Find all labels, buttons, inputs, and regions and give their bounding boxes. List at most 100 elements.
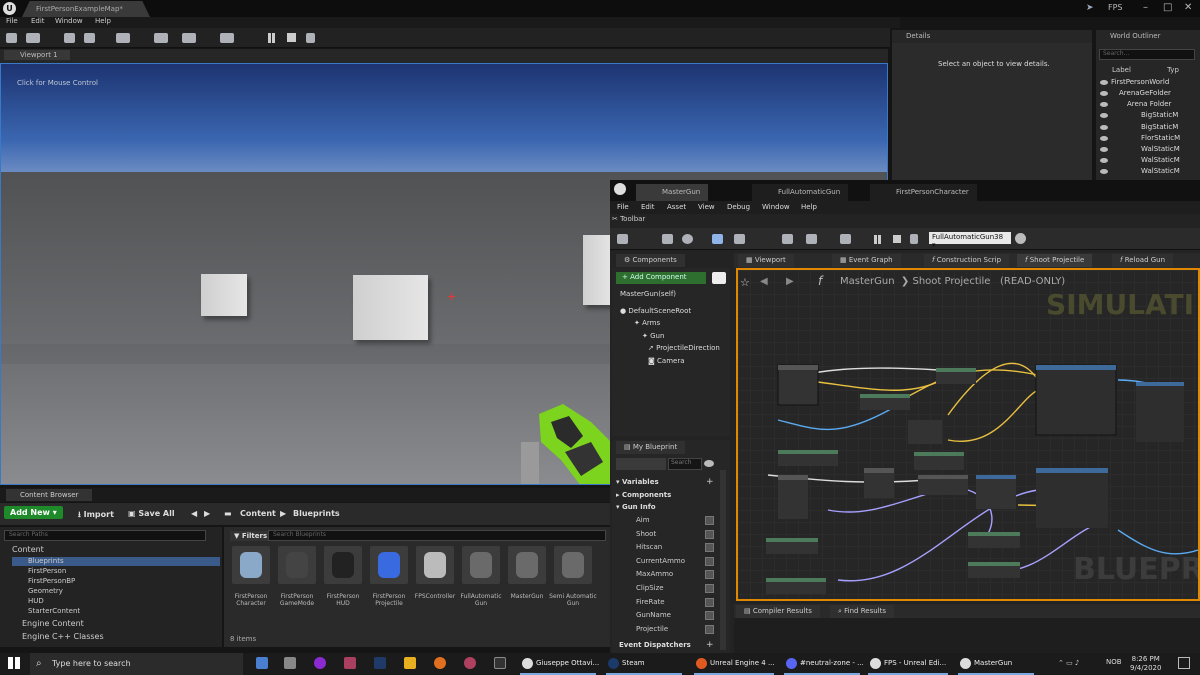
- variable-visibility-icon[interactable]: [705, 597, 714, 607]
- tab-mastergun[interactable]: MasterGun: [636, 184, 709, 201]
- close-button[interactable]: ✕: [1184, 2, 1192, 13]
- view-options-icon[interactable]: [704, 460, 714, 467]
- outliner-row[interactable]: FirstPersonWorld: [1100, 78, 1196, 89]
- eye-icon[interactable]: [1100, 112, 1108, 118]
- variable-visibility-icon[interactable]: [705, 556, 714, 566]
- outliner-row[interactable]: FlorStaticM: [1100, 134, 1196, 145]
- variable-visibility-icon[interactable]: [705, 570, 714, 580]
- clock[interactable]: 8:26 PM 9/4/2020: [1130, 655, 1161, 673]
- add-new-button[interactable]: Add New ▾: [4, 506, 63, 519]
- debug-object-browse-icon[interactable]: [1015, 233, 1026, 244]
- outliner-row[interactable]: WalStaticM: [1100, 167, 1196, 178]
- asset-thumbnail[interactable]: [232, 546, 270, 584]
- asset-thumbnail[interactable]: [554, 546, 592, 584]
- component-arms[interactable]: ✦ Arms: [634, 319, 660, 327]
- outliner-row[interactable]: Arena Folder: [1100, 100, 1196, 111]
- content-browser-tab[interactable]: Content Browser: [6, 489, 93, 501]
- taskbar-app[interactable]: #neutral-zone - ...: [784, 653, 864, 675]
- viewport-tab[interactable]: Viewport 1: [4, 50, 70, 60]
- components-header[interactable]: ▸ Components: [616, 491, 671, 499]
- stop-icon[interactable]: [287, 33, 296, 42]
- photoshop-icon[interactable]: [374, 657, 386, 669]
- variable-visibility-icon[interactable]: [705, 584, 714, 593]
- import-button[interactable]: ⭳ Import: [78, 509, 114, 523]
- variable-item[interactable]: FireRate: [636, 598, 665, 606]
- variable-visibility-icon[interactable]: [705, 529, 714, 539]
- outliner-row[interactable]: WalStaticM: [1100, 156, 1196, 167]
- possess-icon[interactable]: [306, 33, 315, 43]
- eye-icon[interactable]: [1100, 168, 1108, 174]
- app-icon[interactable]: [314, 657, 326, 669]
- windows-start-icon[interactable]: [8, 657, 20, 669]
- back-icon[interactable]: ◀: [191, 509, 197, 518]
- breadcrumb-blueprints[interactable]: Blueprints: [293, 509, 340, 518]
- task-view-icon[interactable]: [256, 657, 268, 669]
- browse-icon[interactable]: [682, 234, 693, 244]
- simulation-icon[interactable]: [840, 234, 851, 244]
- tab-find-results[interactable]: ⌕ Find Results: [830, 605, 894, 618]
- pause-icon[interactable]: [268, 33, 271, 43]
- tab-construction-script[interactable]: f Construction Scrip: [924, 254, 1010, 267]
- content-icon[interactable]: [64, 33, 75, 43]
- add-dispatcher-button[interactable]: +: [706, 640, 714, 650]
- eye-icon[interactable]: [1100, 135, 1108, 141]
- variable-visibility-icon[interactable]: [705, 624, 714, 634]
- bp-menu-debug[interactable]: Debug: [727, 203, 750, 211]
- epic-games-icon[interactable]: [494, 657, 506, 669]
- tree-firstpersonbp[interactable]: FirstPersonBP: [28, 577, 75, 585]
- components-tab[interactable]: ⚙ Components: [616, 254, 685, 267]
- blueprints-icon[interactable]: [154, 33, 168, 43]
- eye-icon[interactable]: [1100, 101, 1108, 107]
- class-defaults-icon[interactable]: [806, 234, 817, 244]
- gun-info-header[interactable]: ▾ Gun Info: [616, 503, 656, 511]
- debug-object-select[interactable]: FullAutomaticGun38 ▾: [929, 232, 1011, 249]
- variable-item[interactable]: Hitscan: [636, 543, 662, 551]
- variable-visibility-icon[interactable]: [705, 611, 714, 621]
- compile-icon[interactable]: [617, 234, 628, 244]
- tab-compiler-results[interactable]: ▤ Compiler Results: [736, 605, 820, 618]
- menu-file[interactable]: File: [6, 17, 18, 25]
- minimize-button[interactable]: –: [1143, 2, 1148, 13]
- settings-icon[interactable]: [116, 33, 130, 43]
- tab-fullautomaticgun[interactable]: FullAutomaticGun: [752, 184, 849, 201]
- possess-icon[interactable]: [910, 234, 918, 244]
- taskbar-search-input[interactable]: Type here to search: [30, 653, 243, 675]
- event-dispatchers-header[interactable]: Event Dispatchers: [619, 641, 691, 649]
- add-variable-button[interactable]: +: [706, 477, 714, 487]
- notification-icon[interactable]: [1178, 657, 1190, 669]
- tree-firstperson[interactable]: FirstPerson: [28, 567, 66, 575]
- app-icon[interactable]: [464, 657, 476, 669]
- outliner-row[interactable]: BigStaticM: [1100, 111, 1196, 122]
- details-title[interactable]: Details: [906, 32, 930, 40]
- bp-menu-view[interactable]: View: [698, 203, 715, 211]
- variable-visibility-icon[interactable]: [705, 543, 714, 553]
- graph-editor[interactable]: ☆ ◀ ▶ f MasterGun ❯ Shoot Projectile (RE…: [736, 268, 1200, 601]
- tab-reload-gun[interactable]: f Reload Gun: [1112, 254, 1174, 267]
- taskbar-app[interactable]: Steam: [606, 653, 686, 675]
- asset-thumbnail[interactable]: [416, 546, 454, 584]
- my-blueprint-add-button[interactable]: [616, 458, 666, 470]
- asset-thumbnail[interactable]: [508, 546, 546, 584]
- bp-menu-asset[interactable]: Asset: [667, 203, 686, 211]
- marketplace-icon[interactable]: [84, 33, 95, 43]
- tree-hud[interactable]: HUD: [28, 597, 44, 605]
- system-tray-icons[interactable]: ⌃ ▭ ♪: [1058, 659, 1079, 667]
- app-icon[interactable]: [284, 657, 296, 669]
- language-indicator[interactable]: NOB: [1106, 658, 1122, 666]
- outliner-title[interactable]: World Outliner: [1110, 32, 1161, 40]
- my-blueprint-tab[interactable]: ▤ My Blueprint: [616, 441, 686, 454]
- component-camera[interactable]: ◙ Camera: [648, 357, 685, 365]
- search-blueprints-input[interactable]: Search Blueprints: [268, 530, 606, 541]
- components-search-icon[interactable]: [712, 272, 726, 284]
- menu-window[interactable]: Window: [55, 17, 83, 25]
- eye-icon[interactable]: [1100, 90, 1108, 96]
- asset-thumbnail[interactable]: [324, 546, 362, 584]
- variables-header[interactable]: ▾ Variables: [616, 478, 659, 486]
- component-self[interactable]: MasterGun(self): [620, 290, 676, 298]
- eye-icon[interactable]: [1100, 146, 1108, 152]
- variable-item[interactable]: MaxAmmo: [636, 570, 673, 578]
- variable-item[interactable]: Projectile: [636, 625, 668, 633]
- search-paths-input[interactable]: Search Paths: [4, 530, 206, 541]
- component-gun[interactable]: ✦ Gun: [642, 332, 664, 340]
- save-all-button[interactable]: ▣ Save All: [128, 509, 175, 518]
